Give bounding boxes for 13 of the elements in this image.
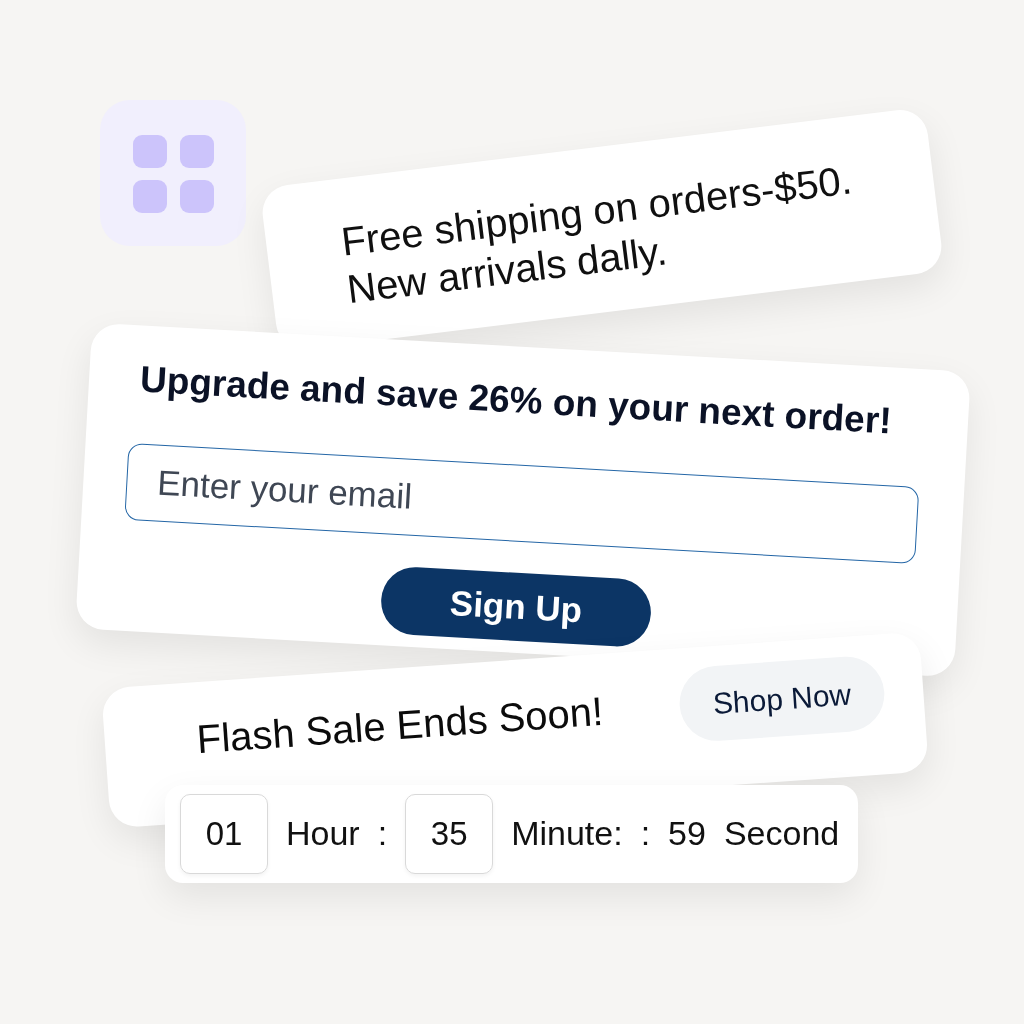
signup-heading: Upgrade and save 26% on your next order! [139, 360, 893, 442]
unit-label: Minute: [511, 814, 623, 854]
sign-up-button[interactable]: Sign Up [379, 565, 653, 649]
countdown-value: 35 [405, 794, 494, 874]
email-field[interactable]: Enter your email [124, 442, 920, 564]
flash-sale-title: Flash Sale Ends Soon! [195, 687, 605, 763]
colon-separator: : [640, 814, 651, 854]
colon-separator: : [377, 814, 388, 854]
countdown-value: 59 [668, 814, 706, 854]
grid-icon [100, 100, 246, 246]
countdown-value: 01 [180, 794, 268, 874]
unit-label: Hour [286, 814, 360, 854]
unit-label: Second [723, 814, 840, 854]
